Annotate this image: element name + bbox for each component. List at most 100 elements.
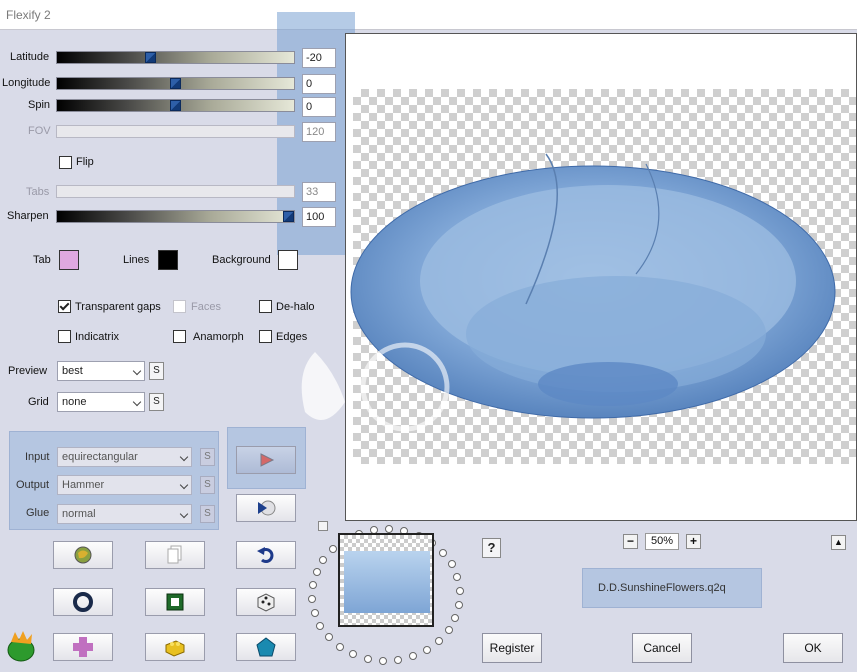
globe-button[interactable] <box>53 541 113 569</box>
preview-canvas[interactable] <box>345 33 857 521</box>
latitude-slider[interactable] <box>56 51 295 64</box>
indicatrix-checkbox[interactable] <box>58 330 71 343</box>
longitude-slider[interactable] <box>56 77 295 90</box>
orbit-dot[interactable] <box>385 525 393 534</box>
orbit-dot[interactable] <box>423 645 432 654</box>
flip-checkbox[interactable] <box>59 156 72 169</box>
orbit-dot[interactable] <box>312 568 321 577</box>
thumbnail-preview[interactable] <box>338 533 434 627</box>
orbit-dot[interactable] <box>394 656 403 665</box>
register-button[interactable]: Register <box>482 633 542 663</box>
tabs-input[interactable]: 33 <box>302 182 336 202</box>
title-bar: Flexify 2 <box>0 0 857 30</box>
anamorph-label: Anamorph <box>193 331 244 343</box>
indicatrix-label: Indicatrix <box>75 331 120 343</box>
sharpen-slider[interactable] <box>56 210 295 223</box>
orbit-dot[interactable] <box>316 621 325 630</box>
orbit-dot[interactable] <box>336 642 345 651</box>
glue-select[interactable]: normal <box>57 504 192 524</box>
check-mark-icon <box>59 300 70 311</box>
tabs-slider[interactable] <box>56 185 295 198</box>
help-button[interactable]: ? <box>482 538 501 558</box>
undo-button[interactable] <box>236 541 296 569</box>
brick-icon <box>165 640 185 657</box>
longitude-thumb[interactable] <box>170 78 181 89</box>
orbit-dot[interactable] <box>310 608 319 617</box>
sharpen-thumb[interactable] <box>283 211 294 222</box>
glue-s-button[interactable]: S <box>200 505 215 523</box>
tab-color-swatch[interactable] <box>59 250 79 270</box>
orbit-dot[interactable] <box>455 600 464 609</box>
orbit-dot[interactable] <box>325 633 334 642</box>
longitude-input[interactable]: 0 <box>302 74 336 94</box>
preview-image <box>350 153 836 419</box>
preview-select[interactable]: best <box>57 361 145 381</box>
undo-icon <box>257 547 274 563</box>
orbit-dot[interactable] <box>455 586 464 595</box>
orbit-dot[interactable] <box>319 555 328 564</box>
zoom-in-button[interactable]: + <box>686 534 701 549</box>
lines-color-label: Lines <box>123 254 150 266</box>
preview-label: Preview <box>8 365 48 377</box>
input-projection-select[interactable]: equirectangular <box>57 447 192 467</box>
orbit-dot[interactable] <box>447 560 456 569</box>
de-halo-checkbox[interactable] <box>259 300 272 313</box>
record-button[interactable] <box>236 494 296 522</box>
cross-button[interactable] <box>53 633 113 661</box>
orbit-dot[interactable] <box>329 544 338 553</box>
lines-color-swatch[interactable] <box>158 250 178 270</box>
latitude-label: Latitude <box>10 51 50 63</box>
orbit-dot[interactable] <box>438 548 447 557</box>
input-s-button[interactable]: S <box>200 448 215 466</box>
ring-button[interactable] <box>53 588 113 616</box>
sharpen-label: Sharpen <box>7 210 49 222</box>
watermark-icon <box>301 342 450 432</box>
edges-checkbox[interactable] <box>259 330 272 343</box>
latitude-thumb[interactable] <box>145 52 156 63</box>
grid-s-button[interactable]: S <box>149 393 164 411</box>
cancel-button[interactable]: Cancel <box>632 633 692 663</box>
anamorph-checkbox[interactable] <box>173 330 186 343</box>
orbit-dot[interactable] <box>308 595 317 604</box>
fov-input[interactable]: 120 <box>302 122 336 142</box>
frame-button[interactable] <box>145 588 205 616</box>
flip-label: Flip <box>76 156 94 168</box>
brick-button[interactable] <box>145 633 205 661</box>
orbit-dot[interactable] <box>363 654 372 663</box>
orbit-dot[interactable] <box>453 573 462 582</box>
faces-checkbox[interactable] <box>173 300 186 313</box>
orbit-handle[interactable] <box>318 521 328 531</box>
orbit-dot[interactable] <box>349 650 358 659</box>
zoom-out-button[interactable]: − <box>623 534 638 549</box>
transparent-gaps-label: Transparent gaps <box>75 301 161 313</box>
orbit-dot[interactable] <box>444 626 453 635</box>
spin-slider[interactable] <box>56 99 295 112</box>
ok-button[interactable]: OK <box>783 633 843 663</box>
copy-button[interactable] <box>145 541 205 569</box>
orbit-dot[interactable] <box>378 656 387 665</box>
preview-select-value: best <box>62 365 83 377</box>
collapse-button[interactable]: ▲ <box>831 535 846 550</box>
input-projection-value: equirectangular <box>62 451 138 463</box>
preview-s-button[interactable]: S <box>149 362 164 380</box>
background-color-swatch[interactable] <box>278 250 298 270</box>
grid-select[interactable]: none <box>57 392 145 412</box>
pentagon-button[interactable] <box>236 633 296 661</box>
play-button[interactable] <box>236 446 296 474</box>
orbit-dot[interactable] <box>308 581 317 590</box>
output-projection-select[interactable]: Hammer <box>57 475 192 495</box>
transparent-gaps-checkbox[interactable] <box>58 300 71 313</box>
output-s-button[interactable]: S <box>200 476 215 494</box>
sharpen-input[interactable]: 100 <box>302 207 336 227</box>
orbit-dot[interactable] <box>409 652 418 661</box>
orbit-dot[interactable] <box>434 637 443 646</box>
spin-input[interactable]: 0 <box>302 97 336 117</box>
grid-label: Grid <box>28 396 49 408</box>
spin-thumb[interactable] <box>170 100 181 111</box>
fov-slider[interactable] <box>56 125 295 138</box>
dice-button[interactable] <box>236 588 296 616</box>
thumbnail-image <box>344 551 430 613</box>
orbit-dot[interactable] <box>451 613 460 622</box>
latitude-input[interactable]: -20 <box>302 48 336 68</box>
chevron-down-icon <box>179 480 189 490</box>
